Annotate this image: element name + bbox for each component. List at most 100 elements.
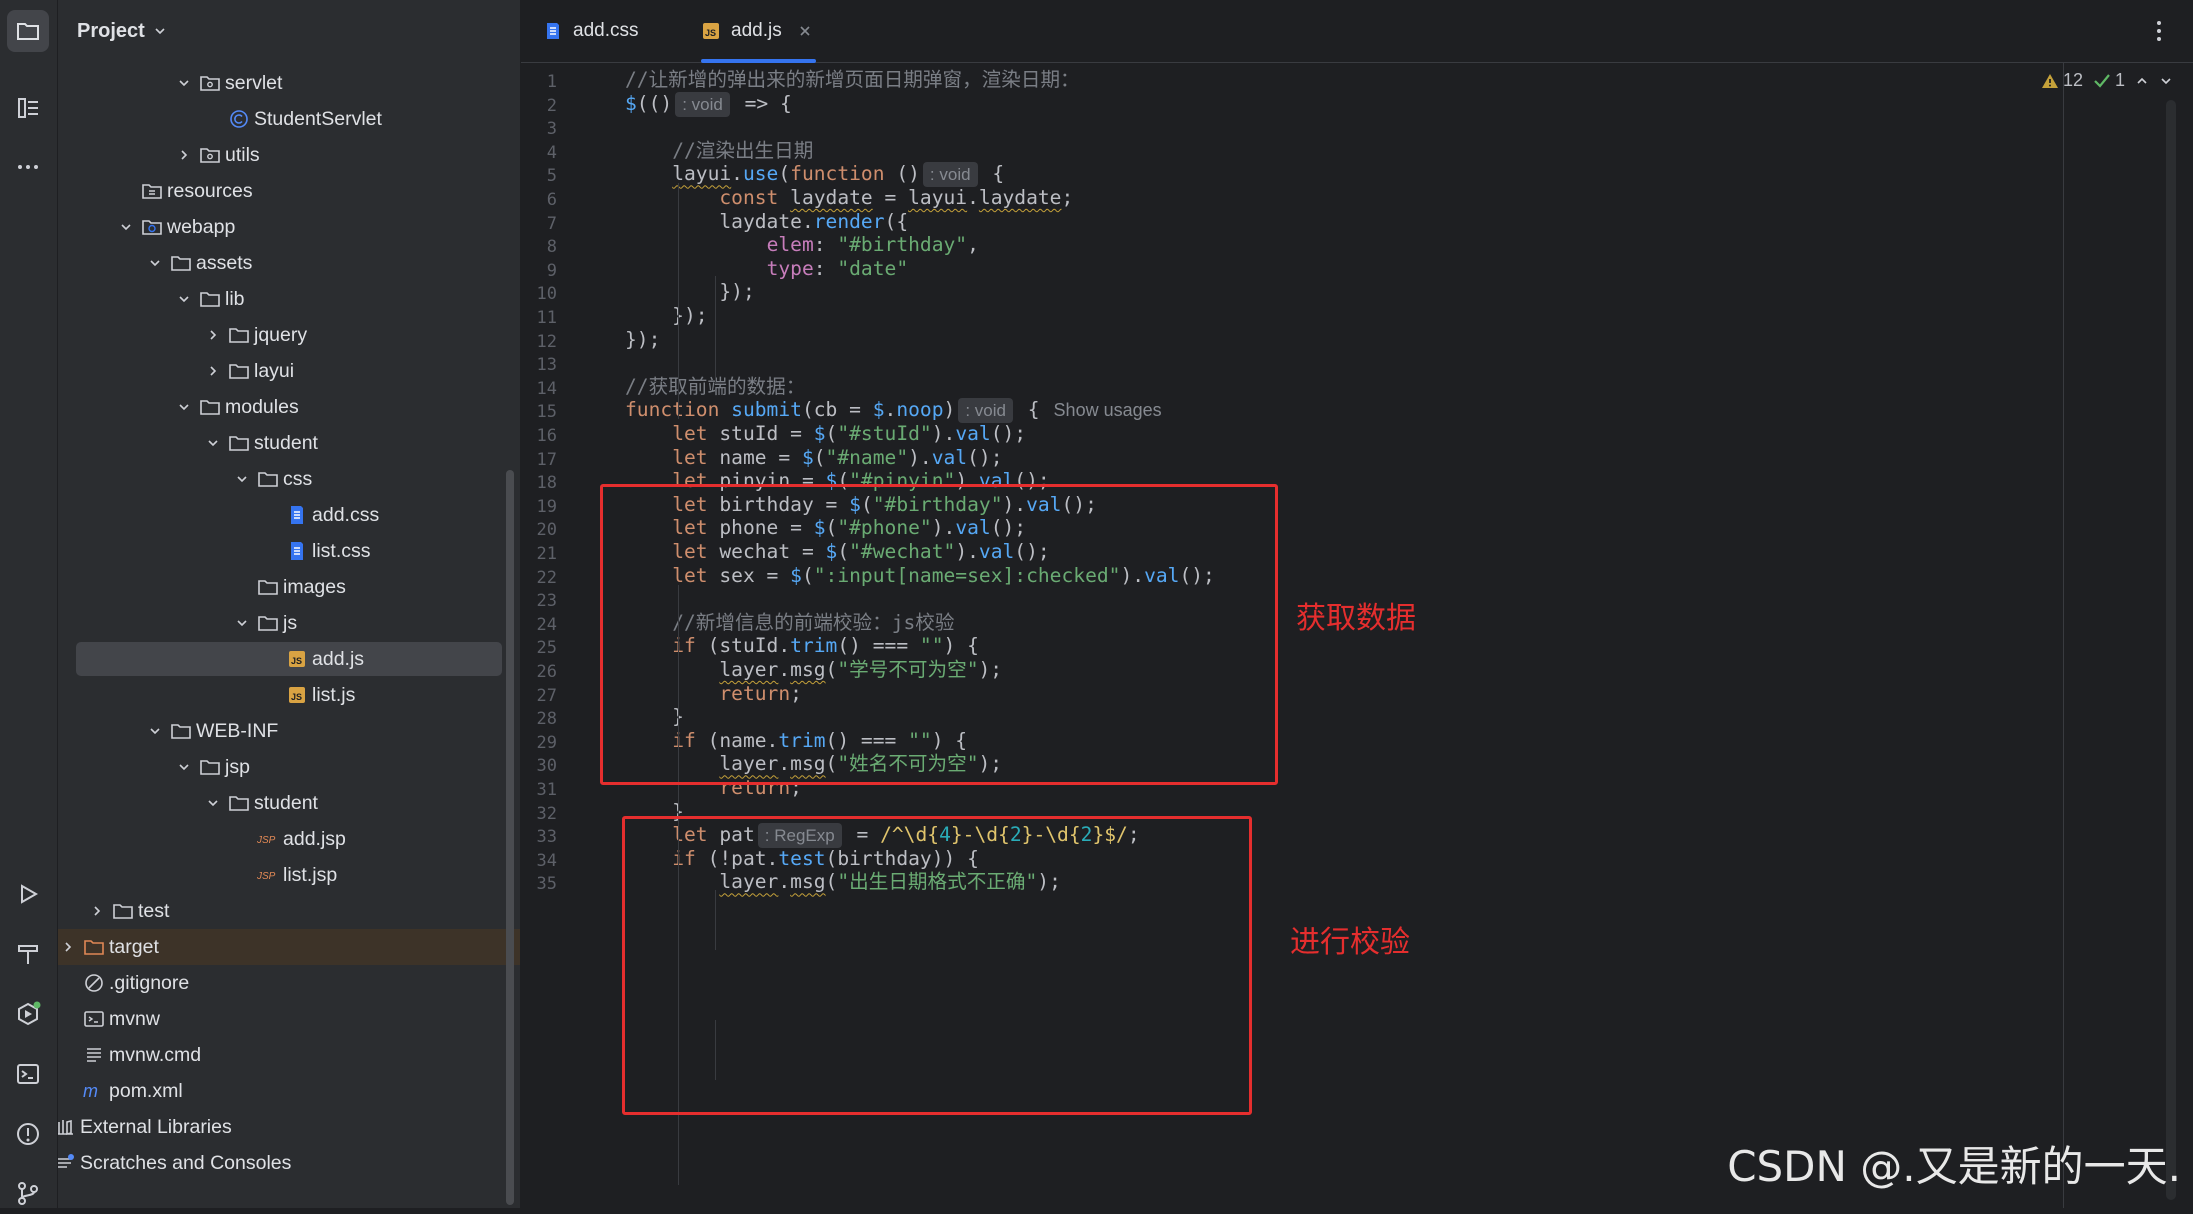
more-vertical-icon[interactable] (2155, 18, 2163, 44)
tree-item-label: test (138, 899, 170, 922)
tree-item-add-js[interactable]: JS add.js (58, 641, 520, 677)
tree-item-js[interactable]: js (58, 605, 520, 641)
project-scrollbar[interactable] (506, 470, 514, 1205)
tree-item-label: resources (167, 179, 253, 202)
tree-item-label: student (254, 431, 318, 454)
tree-item-scratches-and-consoles[interactable]: Scratches and Consoles (58, 1145, 520, 1181)
tree-item-webapp[interactable]: webapp (58, 209, 520, 245)
line-number: 28 (536, 709, 557, 730)
tree-item-student[interactable]: student (58, 425, 520, 461)
chevron-down-icon[interactable] (177, 76, 191, 90)
tree-item-jquery[interactable]: jquery (58, 317, 520, 353)
chevron-down-icon[interactable] (148, 724, 162, 738)
chevron-down-icon[interactable] (148, 256, 162, 270)
tree-item-mvnw[interactable]: mvnw (58, 1001, 520, 1037)
line-number: 7 (546, 213, 557, 234)
right-margin-guide (2063, 62, 2064, 1208)
chevron-right-icon[interactable] (206, 328, 220, 342)
code-line[interactable]: }); (625, 323, 660, 356)
line-number: 33 (536, 827, 557, 848)
tree-item-web-inf[interactable]: WEB-INF (58, 713, 520, 749)
tree-item-assets[interactable]: assets (58, 245, 520, 281)
tab-label: add.js (731, 20, 782, 41)
tree-item-external-libraries[interactable]: External Libraries (58, 1109, 520, 1145)
tree-item-servlet[interactable]: servlet (58, 65, 520, 101)
project-tool-icon[interactable] (7, 10, 49, 52)
code-line[interactable]: $((): void => { (625, 87, 792, 120)
text-file-icon (83, 1044, 105, 1066)
chevron-down-icon[interactable] (235, 472, 249, 486)
chevron-right-icon[interactable] (177, 148, 191, 162)
folder-icon (228, 360, 250, 382)
line-number: 20 (536, 520, 557, 541)
tree-item-jsp[interactable]: jsp (58, 749, 520, 785)
tree-item-label: layui (254, 359, 295, 382)
tree-item-utils[interactable]: utils (58, 137, 520, 173)
tree-item-list-jsp[interactable]: JSP list.jsp (58, 857, 520, 893)
tree-item-gitignore[interactable]: .gitignore (58, 965, 520, 1001)
tree-item-list-css[interactable]: list.css (58, 533, 520, 569)
close-icon[interactable] (798, 24, 812, 38)
chevron-down-icon[interactable] (206, 436, 220, 450)
chevron-down-icon[interactable] (177, 760, 191, 774)
tree-item-images[interactable]: images (58, 569, 520, 605)
annotation-box-validate (622, 816, 1252, 1115)
tree-item-pom-xml[interactable]: m pom.xml (58, 1073, 520, 1109)
terminal-icon[interactable] (7, 1053, 49, 1095)
tab-add-js[interactable]: JS add.js (701, 0, 816, 63)
tree-item-lib[interactable]: lib (58, 281, 520, 317)
chevron-down-icon[interactable] (119, 220, 133, 234)
tree-item-target[interactable]: target (58, 929, 520, 965)
tree-item-modules[interactable]: modules (58, 389, 520, 425)
tab-add-css[interactable]: add.css (543, 0, 638, 62)
chevron-down-icon[interactable] (177, 292, 191, 306)
scratches-icon (58, 1152, 76, 1174)
tree-item-student[interactable]: student (58, 785, 520, 821)
line-number: 26 (536, 662, 557, 682)
more-tools-icon[interactable] (7, 146, 49, 188)
tree-item-test[interactable]: test (58, 893, 520, 929)
tree-item-label: StudentServlet (254, 107, 382, 130)
js-file-icon: JS (703, 23, 719, 39)
tree-item-label: servlet (225, 71, 283, 94)
tree-item-layui[interactable]: layui (58, 353, 520, 389)
chevron-down-icon[interactable] (206, 796, 220, 810)
warnings-count[interactable]: 12 (2041, 70, 2083, 91)
chevron-right-icon[interactable] (90, 904, 104, 918)
tree-item-mvnw-cmd[interactable]: mvnw.cmd (58, 1037, 520, 1073)
css-file-icon (286, 504, 308, 526)
js-file-icon: JS (286, 648, 308, 670)
svg-text:m: m (83, 1081, 98, 1101)
js-file-icon: JS (286, 684, 308, 706)
library-icon (58, 1116, 76, 1138)
services-icon[interactable] (7, 993, 49, 1035)
folder-icon (170, 720, 192, 742)
tree-item-resources[interactable]: resources (58, 173, 520, 209)
line-number: 27 (536, 685, 557, 706)
chevron-right-icon[interactable] (206, 364, 220, 378)
structure-tool-icon[interactable] (7, 87, 49, 129)
inspection-widget[interactable]: 12 1 (2041, 70, 2173, 91)
run-icon[interactable] (7, 873, 49, 915)
tree-item-add-jsp[interactable]: JSP add.jsp (58, 821, 520, 857)
editor-scrollbar[interactable] (2166, 100, 2176, 1200)
ok-count[interactable]: 1 (2093, 70, 2125, 91)
svg-text:JS: JS (705, 28, 716, 38)
chevron-down-icon[interactable] (177, 400, 191, 414)
project-title[interactable]: Project (77, 20, 145, 43)
css-file-icon (286, 540, 308, 562)
chevron-right-icon[interactable] (61, 940, 75, 954)
tree-item-add-css[interactable]: add.css (58, 497, 520, 533)
tree-item-css[interactable]: css (58, 461, 520, 497)
line-number: 21 (536, 544, 557, 564)
chevron-down-icon[interactable] (153, 24, 167, 38)
chevron-up-icon[interactable] (2135, 74, 2149, 88)
build-icon[interactable] (7, 933, 49, 975)
tree-item-studentservlet[interactable]: StudentServlet (58, 101, 520, 137)
chevron-down-icon[interactable] (2159, 74, 2173, 88)
tree-item-list-js[interactable]: JS list.js (58, 677, 520, 713)
chevron-down-icon[interactable] (235, 616, 249, 630)
tree-item-label: jsp (225, 755, 250, 778)
folder-icon (228, 432, 250, 454)
problems-icon[interactable] (7, 1113, 49, 1155)
